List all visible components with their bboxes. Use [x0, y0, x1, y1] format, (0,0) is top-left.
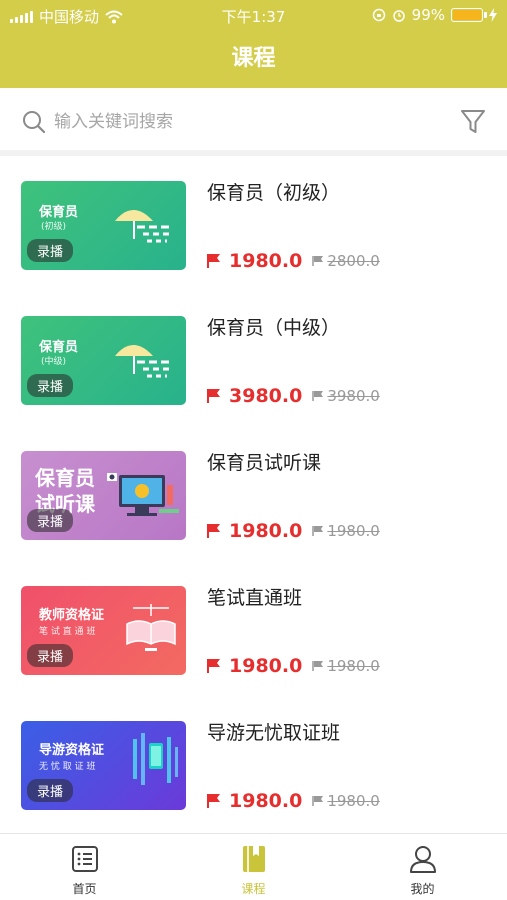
flag-icon — [312, 796, 324, 806]
flag-icon — [207, 389, 220, 403]
price-row: 1980.0 1980.0 — [207, 790, 380, 812]
flag-icon — [207, 524, 220, 538]
original-price: 2800.0 — [327, 252, 380, 270]
recorded-badge: 录播 — [27, 509, 74, 532]
alarm-icon — [392, 10, 405, 22]
computer-icon — [107, 473, 179, 516]
course-item[interactable]: 导游资格证 无 忧 取 证 班 录播 导游无忧取证班 1980.0 1980.0 — [0, 702, 507, 837]
list-icon — [72, 846, 98, 872]
course-name[interactable]: 笔试直通班 — [207, 583, 302, 610]
original-price: 1980.0 — [327, 657, 380, 675]
search-bar — [0, 88, 507, 156]
thumbnail-subtitle: 无 忧 取 证 班 — [39, 762, 96, 772]
status-bar: 中国移动 下午1:37 99% — [0, 0, 507, 30]
tab-home[interactable]: 首页 — [0, 834, 169, 900]
status-right: 99% — [372, 6, 497, 24]
original-price: 1980.0 — [327, 522, 380, 540]
tab-profile[interactable]: 我的 — [338, 834, 507, 900]
price-row: 1980.0 2800.0 — [207, 250, 380, 272]
thumbnail-subtitle: 笔 试 直 通 班 — [39, 627, 96, 637]
price-row: 1980.0 1980.0 — [207, 520, 380, 542]
header: 中国移动 下午1:37 99% 课程 — [0, 0, 507, 88]
thumbnail-title: 导游资格证 — [39, 743, 105, 758]
course-thumbnail[interactable]: 保育员 (中级) 录播 — [21, 316, 186, 405]
book-icon — [243, 846, 265, 872]
thumbnail-title: 保育员 — [39, 340, 79, 355]
search-input[interactable] — [54, 106, 434, 138]
course-name[interactable]: 保育员（初级） — [207, 178, 340, 205]
charging-icon — [489, 8, 497, 22]
tab-label: 我的 — [410, 882, 435, 896]
course-item[interactable]: 保育员 (中级) 录播 保育员（中级） 3980.0 3980.0 — [0, 297, 507, 432]
current-price: 1980.0 — [229, 655, 303, 677]
current-price: 3980.0 — [229, 385, 303, 407]
course-thumbnail[interactable]: 保育员 (初级) 录播 — [21, 181, 186, 270]
battery-percent: 99% — [411, 6, 445, 24]
course-thumbnail[interactable]: 保育员 试听课 录播 — [21, 451, 186, 540]
flag-icon — [312, 391, 324, 401]
course-name[interactable]: 保育员试听课 — [207, 448, 321, 475]
course-name[interactable]: 保育员（中级） — [207, 313, 340, 340]
page-title: 课程 — [231, 46, 276, 71]
course-thumbnail[interactable]: 导游资格证 无 忧 取 证 班 录播 — [21, 721, 186, 810]
current-price: 1980.0 — [229, 520, 303, 542]
price-row: 1980.0 1980.0 — [207, 655, 380, 677]
flag-icon — [207, 794, 220, 808]
original-price: 1980.0 — [327, 792, 380, 810]
recorded-badge: 录播 — [27, 239, 74, 262]
flag-icon — [312, 526, 324, 536]
battery-icon — [451, 8, 487, 22]
course-name[interactable]: 导游无忧取证班 — [207, 718, 340, 745]
thumbnail-subtitle: (初级) — [41, 222, 67, 232]
rotation-lock-icon — [372, 8, 385, 22]
thumbnail-subtitle: (中级) — [41, 357, 67, 367]
flag-icon — [207, 254, 220, 268]
phone-illustration-icon — [133, 733, 178, 785]
current-price: 1980.0 — [229, 250, 303, 272]
flag-icon — [312, 661, 324, 671]
tab-bar: 首页 课程 我的 — [0, 833, 507, 900]
thumbnail-title: 教师资格证 — [39, 608, 105, 623]
flag-icon — [312, 256, 324, 266]
recorded-badge: 录播 — [27, 374, 74, 397]
flag-icon — [207, 659, 220, 673]
thumbnail-title: 保育员 — [39, 205, 79, 220]
tab-label: 课程 — [241, 882, 266, 896]
tab-label: 首页 — [72, 882, 97, 896]
user-icon — [410, 846, 436, 873]
book-illustration-icon — [126, 604, 176, 651]
tab-courses[interactable]: 课程 — [169, 834, 338, 900]
filter-icon[interactable] — [460, 108, 486, 136]
recorded-badge: 录播 — [27, 779, 74, 802]
course-item[interactable]: 保育员 (初级) 录播 保育员（初级） 1980.0 2800.0 — [0, 162, 507, 297]
course-item[interactable]: 教师资格证 笔 试 直 通 班 录播 笔试直通班 1980.0 1980.0 — [0, 567, 507, 702]
price-row: 3980.0 3980.0 — [207, 385, 380, 407]
current-price: 1980.0 — [229, 790, 303, 812]
battery-fill — [453, 10, 481, 20]
umbrella-icon — [115, 210, 173, 243]
umbrella-icon — [115, 345, 173, 378]
course-thumbnail[interactable]: 教师资格证 笔 试 直 通 班 录播 — [21, 586, 186, 675]
course-item[interactable]: 保育员 试听课 录播 保育员试听课 1980.0 1980.0 — [0, 432, 507, 567]
original-price: 3980.0 — [327, 387, 380, 405]
recorded-badge: 录播 — [27, 644, 74, 667]
search-icon[interactable] — [22, 110, 46, 134]
